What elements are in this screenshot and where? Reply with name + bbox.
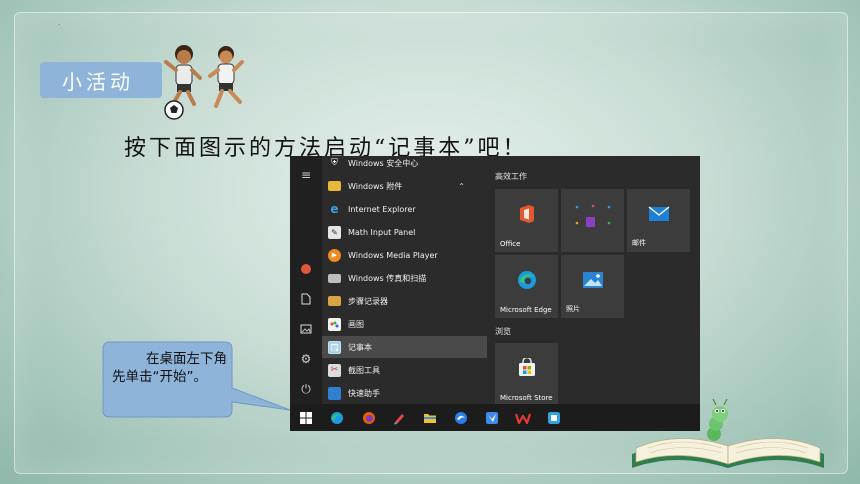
- tile-photos[interactable]: 照片: [561, 255, 624, 318]
- math-input-icon: ✎: [328, 225, 341, 239]
- callout-text: 在桌面左下角先单击“开始”。: [112, 351, 227, 385]
- internet-explorer-icon: e: [330, 202, 339, 216]
- app-item-windows-accessories[interactable]: Windows 附件 ⌃: [322, 175, 487, 197]
- tile-area: 高效工作 Office 邮件 Microsoft Edge 照片 浏览 Micr…: [487, 156, 700, 406]
- media-player-icon: ▶: [328, 248, 341, 262]
- app-item-snipping-tool[interactable]: ✂ 截图工具: [322, 359, 487, 381]
- app-label: 记事本: [348, 342, 372, 352]
- pictures-icon[interactable]: [290, 318, 322, 340]
- store-taskbar-icon[interactable]: [543, 407, 565, 429]
- steps-recorder-icon: [328, 296, 341, 306]
- group-label-browse: 浏览: [495, 327, 511, 336]
- tile-mail[interactable]: 邮件: [627, 189, 690, 252]
- app-item-fax-and-scan[interactable]: Windows 传真和扫描: [322, 267, 487, 289]
- folder-icon: [328, 181, 341, 191]
- tile-app-folder[interactable]: [561, 189, 624, 252]
- kids-football-illustration: [164, 45, 244, 120]
- app-item-math-input-panel[interactable]: ✎ Math Input Panel: [322, 221, 487, 243]
- tile-microsoft-edge[interactable]: Microsoft Edge: [495, 255, 558, 318]
- app-label: Internet Explorer: [348, 204, 416, 214]
- app-label: Windows Media Player: [348, 250, 438, 260]
- pen-icon[interactable]: [388, 407, 410, 429]
- tile-label: Microsoft Store: [500, 394, 553, 402]
- app-label: 快速助手: [348, 388, 380, 398]
- open-book-illustration: [632, 398, 824, 468]
- office-icon: [519, 205, 534, 224]
- caterpillar-icon: [707, 398, 728, 441]
- fax-scan-icon: [328, 273, 341, 283]
- app-item-windows-media-player[interactable]: ▶ Windows Media Player: [322, 244, 487, 266]
- app-label: 步骤记录器: [348, 296, 388, 306]
- edge-icon[interactable]: [326, 407, 348, 429]
- group-label-productivity: 高效工作: [495, 172, 527, 181]
- app-item-steps-recorder[interactable]: 步骤记录器: [322, 290, 487, 312]
- tile-office[interactable]: Office: [495, 189, 558, 252]
- menu-icon[interactable]: ≡: [290, 164, 322, 186]
- start-menu: ≡ ⚙ ⏻ ⛨ Windows 安全中心 Windows 附件 ⌃ e Inte…: [290, 156, 700, 431]
- app-label: Math Input Panel: [348, 227, 416, 237]
- tile-label: Office: [500, 240, 521, 248]
- notepad-icon: [328, 340, 341, 354]
- documents-icon[interactable]: [290, 288, 322, 310]
- app-label: Windows 附件: [348, 181, 403, 191]
- app-item-quick-assist[interactable]: 快速助手: [322, 382, 487, 404]
- user-avatar-icon[interactable]: [290, 258, 322, 280]
- chevron-up-icon[interactable]: ⌃: [458, 182, 465, 191]
- tile-label: Microsoft Edge: [500, 306, 552, 314]
- shield-icon: ⛨: [331, 158, 338, 168]
- quick-assist-icon: [328, 386, 341, 400]
- store-icon: [518, 358, 535, 377]
- app-item-internet-explorer[interactable]: e Internet Explorer: [322, 198, 487, 220]
- app-folder-icons: [575, 204, 610, 227]
- file-explorer-icon[interactable]: [419, 407, 441, 429]
- slide-dot: .: [58, 18, 61, 27]
- tile-label: 邮件: [632, 239, 646, 247]
- app-item-windows-security[interactable]: ⛨ Windows 安全中心: [322, 156, 487, 174]
- edge-icon: [517, 271, 536, 290]
- snipping-tool-icon: ✂: [328, 363, 341, 377]
- app-item-notepad[interactable]: 记事本: [322, 336, 487, 358]
- photos-icon: [582, 272, 603, 289]
- app-label: Windows 安全中心: [348, 158, 419, 168]
- firefox-icon[interactable]: [358, 407, 380, 429]
- app-label: 画图: [348, 319, 364, 329]
- mail-icon: [648, 206, 669, 222]
- paint-icon: [328, 317, 341, 331]
- tile-microsoft-store[interactable]: Microsoft Store: [495, 343, 558, 406]
- app-list: ⛨ Windows 安全中心 Windows 附件 ⌃ e Internet E…: [322, 156, 487, 404]
- app-item-paint[interactable]: 画图: [322, 313, 487, 335]
- app-label: 截图工具: [348, 365, 380, 375]
- app-label: Windows 传真和扫描: [348, 273, 427, 283]
- feishu-icon[interactable]: [481, 407, 503, 429]
- tile-label: 照片: [566, 305, 580, 313]
- activity-badge: 小活动: [40, 62, 162, 98]
- wps-icon[interactable]: [512, 407, 534, 429]
- browser-icon[interactable]: [450, 407, 472, 429]
